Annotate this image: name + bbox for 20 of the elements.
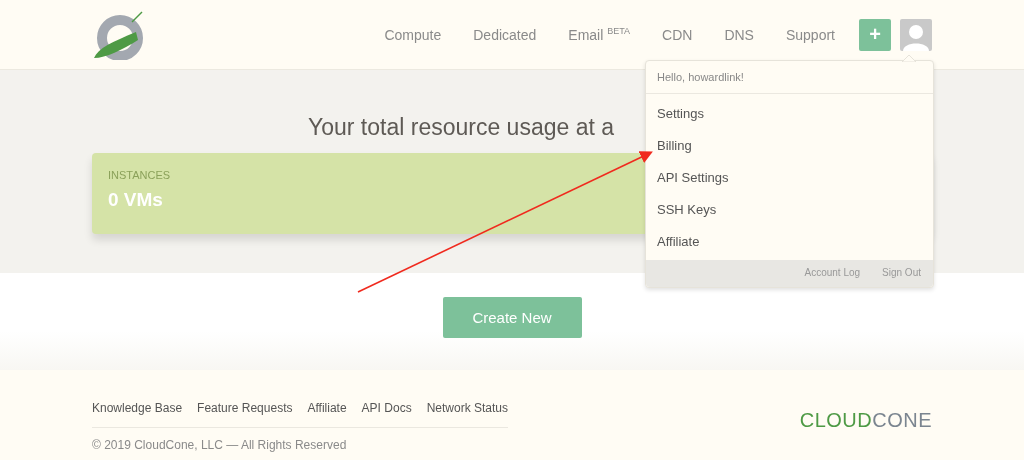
footer-link[interactable]: Feature Requests [197,401,293,415]
copyright-text: © 2019 CloudCone, LLC — All Rights Reserved [92,438,348,452]
logo-icon[interactable] [92,9,144,60]
greeting-text: Hello, howardlink! [646,61,933,94]
section-heading: Your total resource usage at a [308,114,615,141]
menu-item[interactable]: Billing [646,130,933,162]
nav-link[interactable]: Email $^{BETA}$ [552,26,647,43]
footer-link[interactable]: API Docs [361,401,412,415]
nav-link[interactable]: Support [769,26,851,43]
footer-link[interactable]: Affiliate [307,401,347,415]
menu-item[interactable]: Affiliate [646,226,933,258]
menu-item[interactable]: Settings [646,98,933,130]
menu-item[interactable]: SSH Keys [646,194,933,226]
brand-wordmark: CLOUDCONE [799,409,932,433]
footer-link[interactable]: Network Status [426,401,508,415]
menu-item[interactable]: API Settings [646,162,933,194]
card-value: 0 VMs [108,189,163,211]
nav-link[interactable]: DNS [708,26,770,43]
footer-link[interactable]: Knowledge Base [92,401,183,415]
card-label: INSTANCES [108,169,171,181]
